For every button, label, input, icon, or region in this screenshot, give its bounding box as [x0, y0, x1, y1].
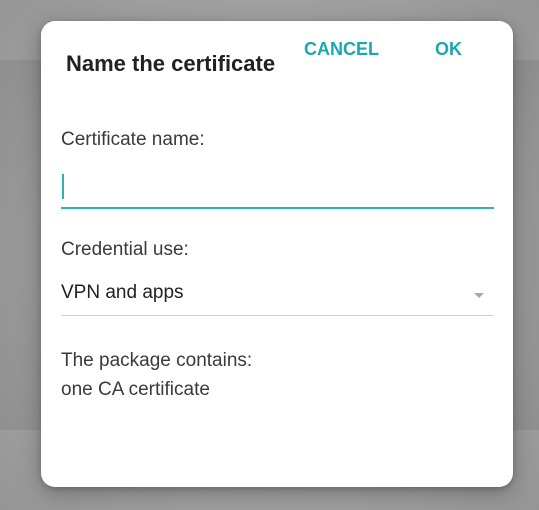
- credential-use-selected: VPN and apps: [61, 282, 184, 303]
- certificate-name-label: Certificate name:: [61, 129, 205, 150]
- package-contents-value: one CA certificate: [61, 379, 210, 400]
- dropdown-arrow-icon: [474, 293, 484, 298]
- package-contents-label: The package contains:: [61, 350, 253, 371]
- cancel-button[interactable]: CANCEL: [296, 31, 387, 67]
- certificate-name-input[interactable]: [61, 167, 494, 205]
- certificate-name-field[interactable]: [61, 167, 494, 209]
- ok-button[interactable]: OK: [427, 31, 470, 67]
- name-certificate-dialog: Name the certificate Certificate name: C…: [41, 21, 513, 487]
- credential-use-label: Credential use:: [61, 239, 189, 260]
- text-cursor: [62, 174, 64, 199]
- dialog-title: Name the certificate: [66, 51, 276, 76]
- credential-use-dropdown[interactable]: VPN and apps: [61, 279, 494, 316]
